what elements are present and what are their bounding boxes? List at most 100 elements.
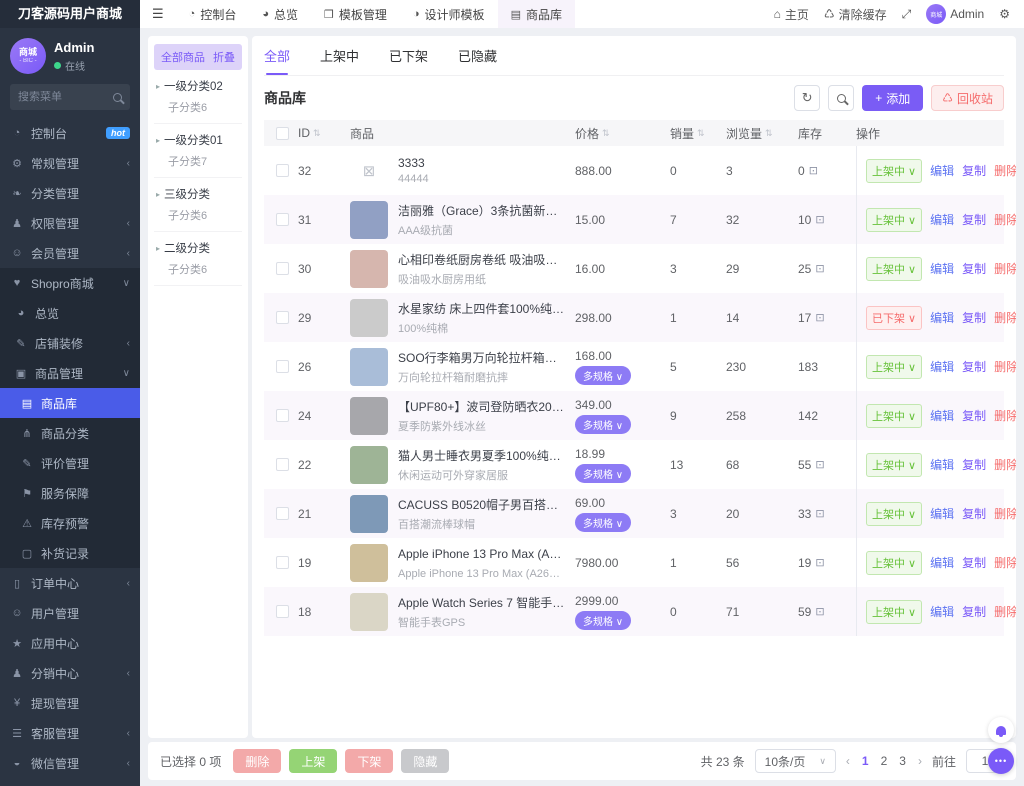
copy-link[interactable]: 复制 [962, 260, 986, 277]
row-checkbox[interactable] [276, 409, 289, 422]
tree-collapse-button[interactable]: 折叠 [213, 49, 235, 65]
column-header-价格[interactable]: 价格 ⇅ [575, 125, 670, 142]
multi-spec-badge[interactable]: 多规格 ∨ [575, 610, 632, 630]
copy-link[interactable]: 复制 [962, 554, 986, 571]
delete-link[interactable]: 删除 [994, 505, 1016, 522]
row-checkbox[interactable] [276, 360, 289, 373]
tab-已下架[interactable]: 已下架 [389, 36, 428, 75]
sidebar-item-restock[interactable]: ▢ 补货记录 [0, 538, 140, 568]
sidebar-item-goods-manage[interactable]: ▣ 商品管理 ∨ [0, 358, 140, 388]
stock-box-icon[interactable]: ⊡ [815, 311, 824, 324]
status-dropdown[interactable]: 上架中 ∨ [866, 403, 923, 428]
sidebar-item-shopro[interactable]: ♥ Shopro商城 ∨ [0, 268, 140, 298]
status-dropdown[interactable]: 上架中 ∨ [866, 550, 923, 575]
stock-box-icon[interactable]: ⊡ [815, 213, 824, 226]
row-checkbox[interactable] [276, 213, 289, 226]
topbar-tab-goods-library[interactable]: ▤ 商品库 [497, 0, 575, 28]
delete-link[interactable]: 删除 [994, 407, 1016, 424]
column-header-ID[interactable]: ID ⇅ [298, 126, 350, 140]
tree-all-label[interactable]: 全部商品 [161, 49, 205, 65]
page-1[interactable]: 1 [862, 754, 869, 768]
topbar-tab-overview[interactable]: ◕ 总览 [249, 0, 311, 28]
row-checkbox[interactable] [276, 507, 289, 520]
tree-node[interactable]: ▸ 二级分类 子分类6 [154, 232, 242, 286]
edit-link[interactable]: 编辑 [930, 260, 954, 277]
page-2[interactable]: 2 [881, 754, 888, 768]
user-avatar[interactable]: 商城 - BIC - [10, 38, 46, 74]
sidebar-item-user[interactable]: ☺ 用户管理 [0, 598, 140, 628]
sidebar-item-overview[interactable]: ◕ 总览 [0, 298, 140, 328]
sidebar-item-category[interactable]: ❧ 分类管理 [0, 178, 140, 208]
tree-node[interactable]: ▸ 一级分类02 子分类6 [154, 70, 242, 124]
recycle-bin-button[interactable]: ♺ 回收站 [931, 85, 1004, 111]
select-all-checkbox[interactable] [276, 126, 289, 140]
status-dropdown[interactable]: 上架中 ∨ [866, 256, 923, 281]
stock-box-icon[interactable]: ⊡ [809, 164, 818, 177]
sidebar-item-distribution[interactable]: ♟ 分销中心 ‹ [0, 658, 140, 688]
tab-全部[interactable]: 全部 [264, 36, 290, 75]
delete-link[interactable]: 删除 [994, 211, 1016, 228]
status-dropdown[interactable]: 上架中 ∨ [866, 452, 923, 477]
tab-上架中[interactable]: 上架中 [320, 36, 359, 75]
copy-link[interactable]: 复制 [962, 162, 986, 179]
row-checkbox[interactable] [276, 311, 289, 324]
status-dropdown[interactable]: 上架中 ∨ [866, 599, 923, 624]
copy-link[interactable]: 复制 [962, 358, 986, 375]
sidebar-item-order[interactable]: ▯ 订单中心 ‹ [0, 568, 140, 598]
status-dropdown[interactable]: 上架中 ∨ [866, 158, 923, 183]
sidebar-item-service-center[interactable]: ☰ 客服管理 ‹ [0, 718, 140, 748]
status-dropdown[interactable]: 上架中 ∨ [866, 501, 923, 526]
row-checkbox[interactable] [276, 164, 289, 177]
edit-link[interactable]: 编辑 [930, 309, 954, 326]
copy-link[interactable]: 复制 [962, 407, 986, 424]
refresh-button[interactable]: ↻ [794, 85, 821, 111]
clear-cache-button[interactable]: ♺ 清除缓存 [824, 6, 887, 23]
sidebar-item-general[interactable]: ⚙ 常规管理 ‹ [0, 148, 140, 178]
edit-link[interactable]: 编辑 [930, 358, 954, 375]
topbar-user[interactable]: 商城 Admin [926, 4, 984, 24]
sidebar-item-member[interactable]: ☺ 会员管理 ‹ [0, 238, 140, 268]
bulk-delete-button[interactable]: 删除 [233, 749, 282, 773]
edit-link[interactable]: 编辑 [930, 407, 954, 424]
next-page-button[interactable]: › [918, 754, 922, 768]
copy-link[interactable]: 复制 [962, 505, 986, 522]
edit-link[interactable]: 编辑 [930, 162, 954, 179]
menu-toggle-button[interactable]: ☰ [140, 0, 176, 28]
sidebar-item-stock-warning[interactable]: ⚠ 库存预警 [0, 508, 140, 538]
row-checkbox[interactable] [276, 262, 289, 275]
status-dropdown[interactable]: 上架中 ∨ [866, 207, 923, 232]
copy-link[interactable]: 复制 [962, 603, 986, 620]
tree-node[interactable]: ▸ 三级分类 子分类6 [154, 178, 242, 232]
edit-link[interactable]: 编辑 [930, 505, 954, 522]
stock-box-icon[interactable]: ⊡ [815, 556, 824, 569]
tree-node[interactable]: ▸ 一级分类01 子分类7 [154, 124, 242, 178]
page-3[interactable]: 3 [899, 754, 906, 768]
edit-link[interactable]: 编辑 [930, 456, 954, 473]
bulk-on-shelf-button[interactable]: 上架 [289, 749, 338, 773]
delete-link[interactable]: 删除 [994, 554, 1016, 571]
status-dropdown[interactable]: 上架中 ∨ [866, 354, 923, 379]
stock-box-icon[interactable]: ⊡ [815, 605, 824, 618]
sidebar-item-app[interactable]: ★ 应用中心 [0, 628, 140, 658]
sidebar-item-console[interactable]: ◔ 控制台 hot [0, 118, 140, 148]
sidebar-item-permission[interactable]: ♟ 权限管理 ‹ [0, 208, 140, 238]
home-link[interactable]: ⌂ 主页 [774, 6, 809, 23]
bulk-hide-button[interactable]: 隐藏 [401, 749, 450, 773]
delete-link[interactable]: 删除 [994, 456, 1016, 473]
stock-box-icon[interactable]: ⊡ [815, 458, 824, 471]
tab-已隐藏[interactable]: 已隐藏 [458, 36, 497, 75]
chat-fab-button[interactable]: ••• [988, 748, 1014, 774]
edit-link[interactable]: 编辑 [930, 603, 954, 620]
bulk-off-shelf-button[interactable]: 下架 [345, 749, 394, 773]
copy-link[interactable]: 复制 [962, 309, 986, 326]
menu-search-input[interactable] [18, 91, 113, 103]
stock-box-icon[interactable]: ⊡ [815, 262, 824, 275]
multi-spec-badge[interactable]: 多规格 ∨ [575, 414, 632, 434]
settings-button[interactable]: ⚙ [999, 7, 1010, 21]
prev-page-button[interactable]: ‹ [846, 754, 850, 768]
delete-link[interactable]: 删除 [994, 260, 1016, 277]
column-header-浏览量[interactable]: 浏览量 ⇅ [726, 125, 798, 142]
delete-link[interactable]: 删除 [994, 309, 1016, 326]
edit-link[interactable]: 编辑 [930, 554, 954, 571]
add-button[interactable]: + 添加 [862, 85, 924, 111]
